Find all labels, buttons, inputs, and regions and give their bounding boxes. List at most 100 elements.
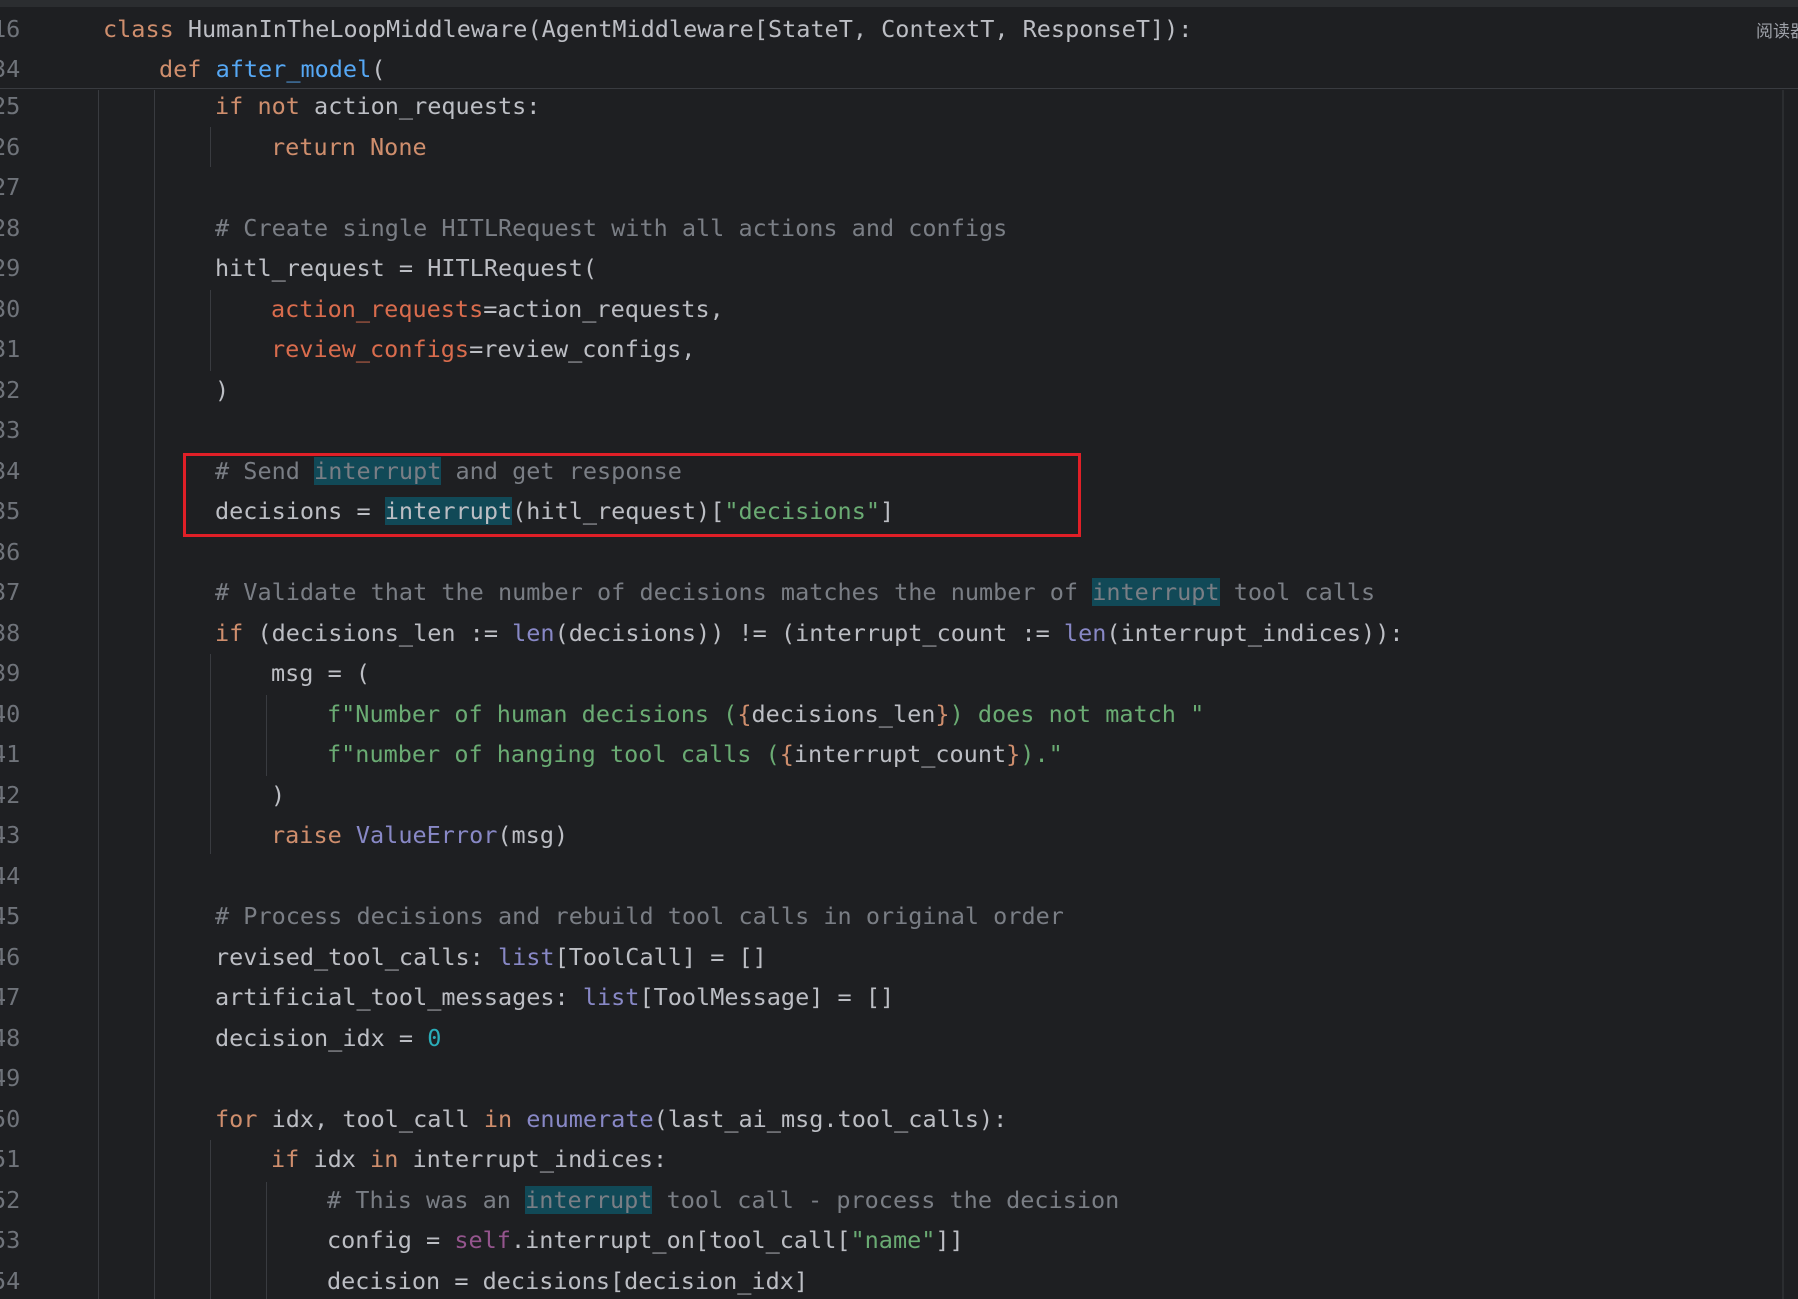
code-text[interactable]: decision_idx = 0 bbox=[215, 1018, 441, 1059]
code-token: if bbox=[215, 618, 258, 647]
line-number: 34 bbox=[0, 456, 21, 485]
line-number: 31 bbox=[0, 335, 21, 363]
code-line[interactable]: 42) bbox=[0, 775, 1798, 816]
code-token: tool calls bbox=[1219, 578, 1376, 606]
code-line[interactable]: 39 msg = ( bbox=[0, 653, 1798, 694]
code-token: f"Number of human decisions ( bbox=[327, 699, 738, 728]
code-token: (decisions_len := bbox=[257, 618, 513, 647]
code-token: { bbox=[779, 740, 794, 768]
code-token: HumanInTheLoopMiddleware(AgentMiddleware… bbox=[187, 15, 1193, 43]
code-line[interactable]: 48 decision_idx = 0 bbox=[0, 1018, 1798, 1059]
code-text[interactable]: if (decisions_len := len(decisions)) != … bbox=[215, 613, 1404, 654]
code-token: =review_configs, bbox=[469, 335, 696, 363]
line-number: 52 bbox=[0, 1185, 21, 1214]
code-text[interactable]: if idx in interrupt_indices: bbox=[271, 1139, 667, 1180]
code-line[interactable]: 53 config = self.interrupt_on[tool_call["… bbox=[0, 1220, 1798, 1261]
line-number: 53 bbox=[0, 1226, 21, 1254]
code-text[interactable]: class HumanInTheLoopMiddleware(AgentMidd… bbox=[103, 9, 1192, 50]
line-number: 38 bbox=[0, 618, 21, 647]
line-number: 48 bbox=[0, 1023, 21, 1052]
code-text[interactable]: artificial_tool_messages: list[ToolMessa… bbox=[215, 977, 894, 1018]
code-line[interactable]: 40 f"Number of human decisions ({decision… bbox=[0, 694, 1798, 735]
code-token: msg = ( bbox=[271, 659, 371, 687]
code-line[interactable]: 54 decision = decisions[decision_idx] bbox=[0, 1261, 1798, 1299]
code-line[interactable]: 41 f"number of hanging tool calls ({inter… bbox=[0, 734, 1798, 775]
code-line[interactable]: 27 bbox=[0, 167, 1798, 208]
code-line[interactable]: 36 bbox=[0, 532, 1798, 573]
code-token: for bbox=[215, 1104, 272, 1133]
code-token: # Validate that the number of decisions … bbox=[215, 578, 1093, 606]
code-text[interactable]: def after_model( bbox=[159, 49, 385, 90]
line-number: 33 bbox=[0, 416, 21, 444]
code-line[interactable]: 37 # Validate that the number of decision… bbox=[0, 572, 1798, 613]
code-text[interactable]: # Process decisions and rebuild tool cal… bbox=[215, 896, 1064, 937]
code-line[interactable]: 34 def after_model( bbox=[0, 49, 1798, 90]
code-text[interactable]: review_configs=review_configs, bbox=[271, 329, 695, 370]
code-line[interactable]: 47 artificial_tool_messages: list[ToolMes… bbox=[0, 977, 1798, 1018]
code-line[interactable]: 16 class HumanInTheLoopMiddleware(AgentMi… bbox=[0, 9, 1798, 50]
code-text[interactable]: revised_tool_calls: list[ToolCall] = [] bbox=[215, 937, 767, 978]
code-text[interactable]: for idx, tool_call in enumerate(last_ai_… bbox=[215, 1099, 1007, 1140]
code-token: )." bbox=[1020, 740, 1063, 768]
code-text[interactable]: msg = ( bbox=[271, 653, 370, 694]
line-number: 41 bbox=[0, 740, 21, 768]
code-token: self bbox=[454, 1226, 511, 1254]
code-line[interactable]: 32) bbox=[0, 370, 1798, 411]
code-token: # Create single HITLRequest with all act… bbox=[215, 213, 1008, 242]
code-line[interactable]: 44 bbox=[0, 856, 1798, 897]
code-token: ]] bbox=[935, 1226, 964, 1254]
code-token: } bbox=[935, 699, 950, 728]
code-line[interactable]: 49 bbox=[0, 1058, 1798, 1099]
code-line[interactable]: 30 action_requests=action_requests, bbox=[0, 289, 1798, 330]
code-line[interactable]: 52 # This was an interrupt tool call - pr… bbox=[0, 1180, 1798, 1221]
code-token: ) bbox=[215, 375, 230, 404]
line-number: 28 bbox=[0, 213, 21, 242]
code-token: } bbox=[1006, 740, 1021, 768]
code-line[interactable]: 50 for idx, tool_call in enumerate(last_a… bbox=[0, 1099, 1798, 1140]
code-text[interactable]: hitl_request = HITLRequest( bbox=[215, 248, 597, 289]
code-line[interactable]: 38 if (decisions_len := len(decisions)) !… bbox=[0, 613, 1798, 654]
line-number: 34 bbox=[0, 55, 21, 83]
code-line[interactable]: 51 if idx in interrupt_indices: bbox=[0, 1139, 1798, 1180]
code-token: .interrupt_on[tool_call[ bbox=[510, 1226, 851, 1254]
code-text[interactable]: # Create single HITLRequest with all act… bbox=[215, 208, 1007, 249]
code-line[interactable]: 26 return None bbox=[0, 127, 1798, 168]
code-token: f"number of hanging tool calls ( bbox=[327, 740, 780, 768]
search-match-token: interrupt bbox=[1092, 578, 1220, 606]
code-text[interactable]: config = self.interrupt_on[tool_call["na… bbox=[327, 1220, 964, 1261]
code-text[interactable]: f"Number of human decisions ({decisions_… bbox=[327, 694, 1204, 735]
code-text[interactable]: action_requests=action_requests, bbox=[271, 289, 724, 330]
line-number: 39 bbox=[0, 659, 21, 687]
code-line[interactable]: 28 # Create single HITLRequest with all a… bbox=[0, 208, 1798, 249]
code-text[interactable]: ) bbox=[271, 775, 285, 816]
code-line[interactable]: 43 raise ValueError(msg) bbox=[0, 815, 1798, 856]
code-text[interactable]: decision = decisions[decision_idx] bbox=[327, 1261, 808, 1299]
line-number: 32 bbox=[0, 375, 21, 404]
code-token: after_model bbox=[215, 55, 372, 83]
code-line[interactable]: 45 # Process decisions and rebuild tool c… bbox=[0, 896, 1798, 937]
code-token: { bbox=[737, 699, 752, 728]
code-line[interactable]: 31 review_configs=review_configs, bbox=[0, 329, 1798, 370]
code-token: ) does not match " bbox=[949, 699, 1205, 728]
line-number: 44 bbox=[0, 861, 21, 890]
code-text[interactable]: # Validate that the number of decisions … bbox=[215, 572, 1375, 613]
line-number: 45 bbox=[0, 902, 21, 930]
code-line[interactable]: 29 hitl_request = HITLRequest( bbox=[0, 248, 1798, 289]
code-token: =action_requests, bbox=[483, 294, 724, 323]
line-number: 50 bbox=[0, 1104, 21, 1133]
code-line[interactable]: 25 if not action_requests: bbox=[0, 86, 1798, 127]
code-text[interactable]: # This was an interrupt tool call - proc… bbox=[327, 1180, 1119, 1221]
code-token: idx, tool_call bbox=[271, 1104, 484, 1133]
code-token: def bbox=[159, 55, 216, 83]
code-text[interactable]: return None bbox=[271, 127, 427, 168]
code-token: return None bbox=[271, 132, 427, 161]
code-text[interactable]: f"number of hanging tool calls ({interru… bbox=[327, 734, 1063, 775]
code-text[interactable]: raise ValueError(msg) bbox=[271, 815, 568, 856]
code-text[interactable]: ) bbox=[215, 370, 229, 411]
code-line[interactable]: 33 bbox=[0, 410, 1798, 451]
code-editor[interactable]: 阅读器 16class HumanInTheLoopMiddleware(Age… bbox=[0, 0, 1798, 1299]
line-number: 51 bbox=[0, 1145, 21, 1173]
code-line[interactable]: 46 revised_tool_calls: list[ToolCall] = [… bbox=[0, 937, 1798, 978]
code-text[interactable]: if not action_requests: bbox=[215, 86, 540, 127]
code-token: in bbox=[370, 1145, 413, 1173]
